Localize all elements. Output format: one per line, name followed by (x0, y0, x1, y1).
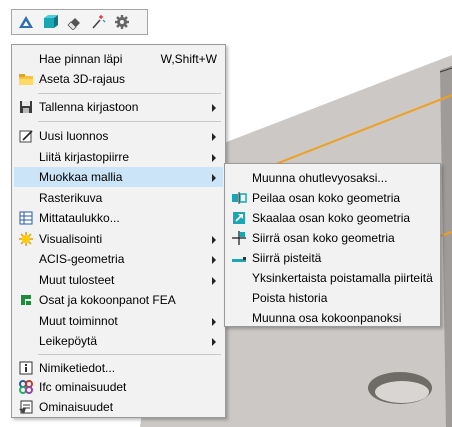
menu-item-ominaisuudet[interactable]: Ominaisuudet (14, 397, 223, 417)
gear-icon (115, 15, 129, 29)
menu-item-label: Siirrä osan koko geometria (252, 231, 395, 245)
submenu-arrow-icon (212, 174, 216, 182)
magic-wand-icon (92, 15, 106, 29)
menu-item-visualisointi[interactable]: Visualisointi (14, 229, 223, 249)
menu-item-label: Skaalaa osan koko geometria (252, 211, 411, 225)
menu-item-muut-tulosteet[interactable]: Muut tulosteet (14, 270, 223, 290)
toolbar-button-4[interactable] (87, 11, 109, 33)
menu-separator (38, 121, 221, 122)
menu-item-label: Leikepöytä (39, 334, 98, 348)
properties-icon (18, 399, 34, 415)
menu-item-label: ACIS-geometria (39, 252, 125, 266)
menu-item-label: Liitä kirjastopiirre (39, 150, 130, 164)
menu-separator (38, 93, 221, 94)
menu-item-tallenna-kirjastoon[interactable]: Tallenna kirjastoon (14, 97, 223, 117)
menu-item-label: Muut toiminnot (39, 314, 118, 328)
menu-item-label: Tallenna kirjastoon (39, 100, 139, 114)
save-icon (18, 99, 34, 115)
toolbar-button-5[interactable] (111, 11, 133, 33)
menu-item-rasterikuva[interactable]: Rasterikuva (14, 188, 223, 208)
menu-item-mittataulukko[interactable]: Mittataulukko... (14, 208, 223, 228)
toolbar-button-1[interactable] (15, 11, 37, 33)
submenu-arrow-icon (212, 338, 216, 346)
scale-icon (231, 210, 247, 226)
menu-item-label: Aseta 3D-rajaus (39, 72, 126, 86)
menu-item-hae-pinnan-lapi[interactable]: Hae pinnan läpi W,Shift+W (14, 49, 223, 69)
submenu-arrow-icon (212, 256, 216, 264)
toolbar-button-3[interactable] (63, 11, 85, 33)
context-menu: Hae pinnan läpi W,Shift+W Aseta 3D-rajau… (11, 44, 226, 418)
table-icon (18, 210, 34, 226)
menu-item-label: Hae pinnan läpi (39, 52, 123, 66)
submenu-arrow-icon (212, 236, 216, 244)
ifc-icon (18, 379, 34, 395)
info-icon (18, 360, 34, 376)
submenu-item-peilaa[interactable]: Peilaa osan koko geometria (227, 188, 438, 208)
menu-item-label: Poista historia (252, 291, 328, 305)
menu-item-label: Peilaa osan koko geometria (252, 191, 401, 205)
blue-triangle-icon (19, 16, 33, 28)
toolbar-button-2[interactable] (39, 11, 61, 33)
plate-hole-inner (375, 381, 429, 403)
menu-item-label: Muut tulosteet (39, 273, 115, 287)
menu-item-label: Muunna ohutlevyosaksi... (252, 171, 388, 185)
menu-item-label: Muunna osa kokoonpanoksi (252, 311, 402, 325)
teal-box-icon (44, 15, 58, 28)
menu-item-label: Rasterikuva (39, 191, 103, 205)
pencil-icon (18, 128, 34, 144)
submenu-muokkaa-mallia: Muunna ohutlevyosaksi... Peilaa osan kok… (224, 163, 441, 327)
menu-item-nimiketiedot[interactable]: Nimiketiedot... (14, 358, 223, 378)
menu-item-acis-geometria[interactable]: ACIS-geometria (14, 249, 223, 269)
sun-icon (18, 231, 34, 247)
eraser-icon (67, 18, 80, 30)
submenu-arrow-icon (212, 133, 216, 141)
menu-item-liita-kirjastopiirre[interactable]: Liitä kirjastopiirre (14, 147, 223, 167)
mini-toolbar (11, 9, 148, 35)
submenu-item-yksinkertaista[interactable]: Yksinkertaista poistamalla piirteitä (227, 268, 438, 288)
points-icon (231, 250, 247, 266)
submenu-arrow-icon (212, 277, 216, 285)
menu-item-label: Visualisointi (39, 232, 103, 246)
submenu-item-siirra-pisteita[interactable]: Siirrä pisteitä (227, 248, 438, 268)
mirror-icon (231, 190, 247, 206)
menu-item-label: Osat ja kokoonpanot FEA (39, 293, 176, 307)
menu-item-aseta-3d-rajaus[interactable]: Aseta 3D-rajaus (14, 69, 223, 89)
submenu-arrow-icon (212, 154, 216, 162)
menu-item-label: Yksinkertaista poistamalla piirteitä (252, 271, 433, 285)
menu-item-ifc-ominaisuudet[interactable]: Ifc ominaisuudet (14, 377, 223, 397)
fea-icon (18, 292, 34, 308)
submenu-item-skaalaa[interactable]: Skaalaa osan koko geometria (227, 208, 438, 228)
submenu-item-siirra-geometria[interactable]: Siirrä osan koko geometria (227, 228, 438, 248)
menu-item-label: Ifc ominaisuudet (39, 380, 127, 394)
menu-item-uusi-luonnos[interactable]: Uusi luonnos (14, 126, 223, 146)
menu-item-label: Siirrä pisteitä (252, 251, 322, 265)
menu-item-shortcut: W,Shift+W (160, 52, 217, 66)
move-icon (231, 230, 247, 246)
submenu-arrow-icon (212, 318, 216, 326)
menu-item-label: Mittataulukko... (39, 211, 120, 225)
menu-item-osat-ja-kokoonpanot-fea[interactable]: Osat ja kokoonpanot FEA (14, 290, 223, 310)
submenu-item-muunna-ohutlevyosaksi[interactable]: Muunna ohutlevyosaksi... (227, 168, 438, 188)
menu-item-label: Uusi luonnos (39, 129, 109, 143)
menu-item-label: Ominaisuudet (39, 400, 114, 414)
folder-icon (18, 71, 34, 87)
menu-item-muut-toiminnot[interactable]: Muut toiminnot (14, 311, 223, 331)
menu-item-label: Nimiketiedot... (39, 361, 116, 375)
menu-item-leikepoyta[interactable]: Leikepöytä (14, 331, 223, 351)
menu-separator (38, 354, 221, 355)
submenu-item-muunna-kokoonpanoksi[interactable]: Muunna osa kokoonpanoksi (227, 308, 438, 328)
menu-item-muokkaa-mallia[interactable]: Muokkaa mallia (14, 167, 223, 187)
submenu-arrow-icon (212, 104, 216, 112)
submenu-item-poista-historia[interactable]: Poista historia (227, 288, 438, 308)
menu-item-label: Muokkaa mallia (39, 170, 123, 184)
